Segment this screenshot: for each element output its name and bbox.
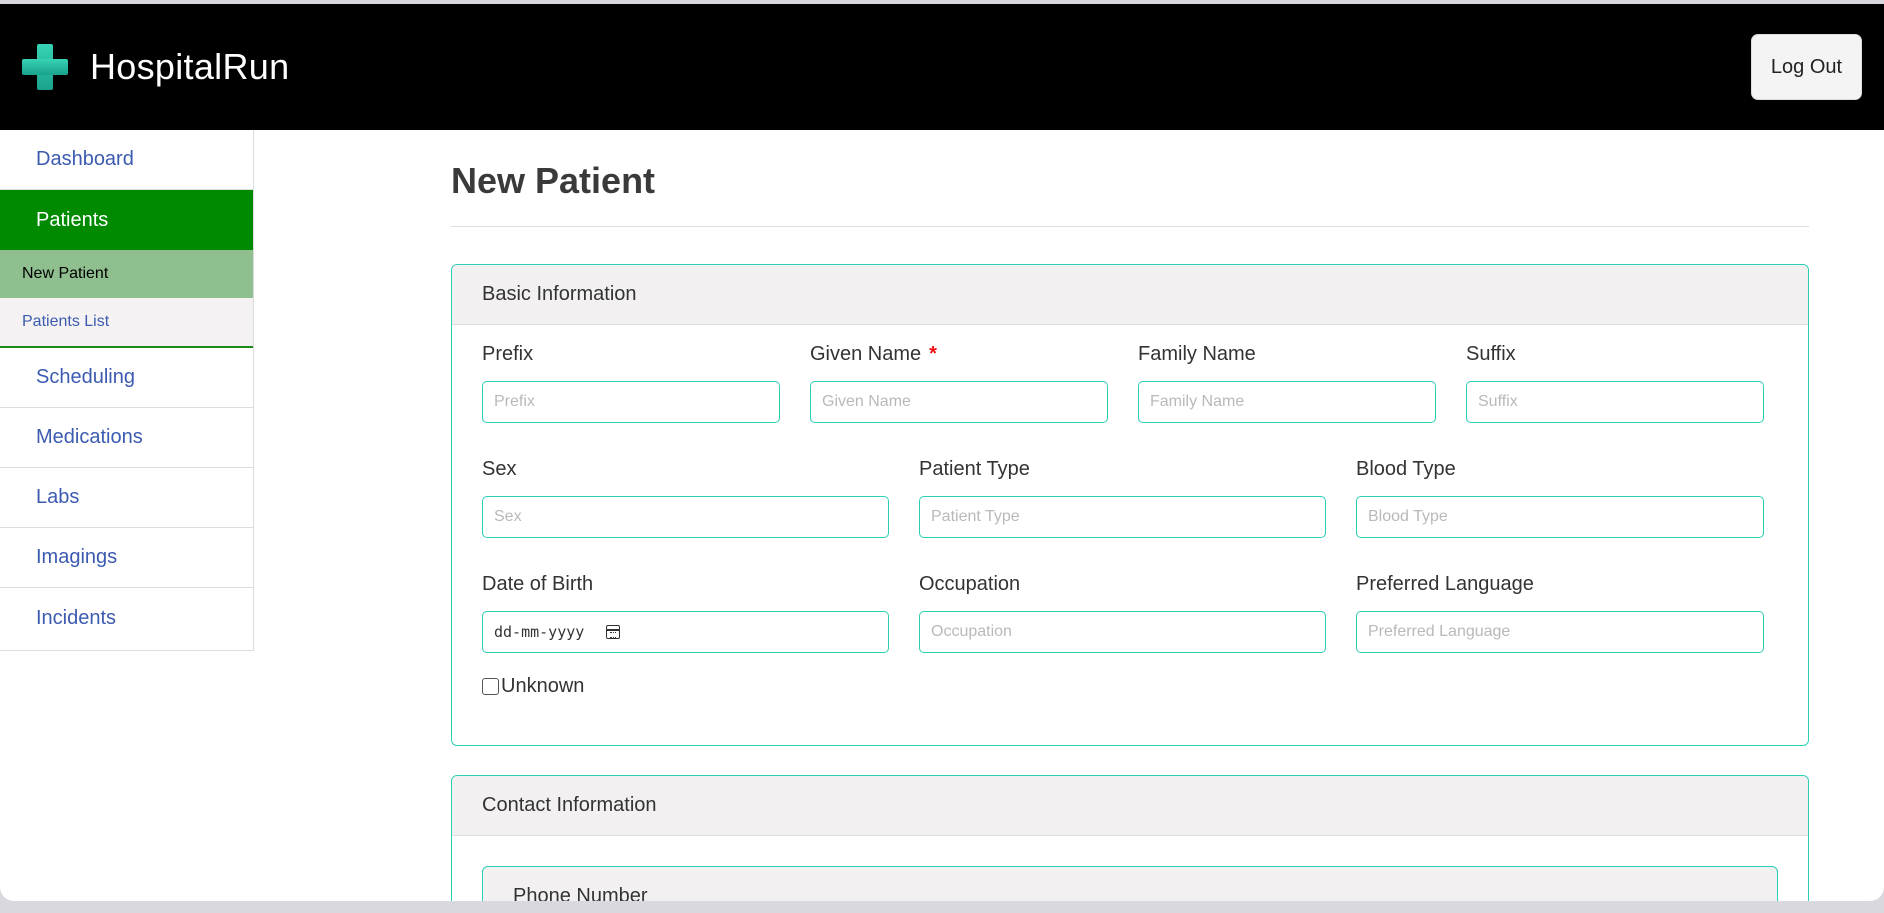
blood-type-input[interactable] [1356, 496, 1764, 538]
occupation-field: Occupation [919, 573, 1326, 653]
family-name-field: Family Name [1138, 343, 1436, 423]
sidebar-item-labs[interactable]: Labs [0, 468, 253, 528]
date-of-birth-value: dd-mm-yyyy [494, 623, 585, 641]
unknown-checkbox[interactable] [482, 678, 499, 695]
given-name-label: Given Name * [810, 343, 1108, 367]
basic-information-card: Basic Information Prefix Given Name * Fam… [451, 264, 1809, 746]
suffix-input[interactable] [1466, 381, 1764, 423]
sidebar-subitem-patients-list[interactable]: Patients List [0, 298, 253, 346]
date-of-birth-field: Date of Birth dd-mm-yyyy [482, 573, 889, 653]
sidebar-item-scheduling[interactable]: Scheduling [0, 348, 253, 408]
phone-number-header: Phone Number [513, 885, 648, 901]
preferred-language-input[interactable] [1356, 611, 1764, 653]
patient-type-field: Patient Type [919, 458, 1326, 538]
patients-submenu: New Patient Patients List [0, 250, 253, 348]
app-name: HospitalRun [90, 46, 290, 87]
date-of-birth-input[interactable]: dd-mm-yyyy [482, 611, 889, 653]
main-content: New Patient Basic Information Prefix Giv… [451, 130, 1809, 901]
sidebar-item-medications[interactable]: Medications [0, 408, 253, 468]
sidebar-item-imagings[interactable]: Imagings [0, 528, 253, 588]
occupation-input[interactable] [919, 611, 1326, 653]
given-name-label-text: Given Name [810, 343, 922, 365]
patient-type-label: Patient Type [919, 458, 1030, 480]
sidebar-item-patients[interactable]: Patients [0, 190, 253, 250]
contact-information-header: Contact Information [452, 776, 1808, 836]
sidebar-item-dashboard[interactable]: Dashboard [0, 130, 253, 190]
suffix-label: Suffix [1466, 343, 1516, 365]
prefix-label: Prefix [482, 343, 534, 365]
calendar-icon[interactable] [606, 625, 621, 639]
family-name-input[interactable] [1138, 381, 1436, 423]
basic-information-header: Basic Information [452, 265, 1808, 325]
required-asterisk: * [929, 343, 937, 365]
sidebar: Dashboard Patients New Patient Patients … [0, 130, 254, 651]
given-name-field: Given Name * [810, 343, 1108, 423]
patient-type-input[interactable] [919, 496, 1326, 538]
app-window: HospitalRun Log Out Dashboard Patients N… [0, 4, 1884, 901]
blood-type-field: Blood Type [1356, 458, 1764, 538]
title-divider [451, 226, 1809, 227]
blood-type-label: Blood Type [1356, 458, 1456, 480]
sidebar-subitem-new-patient[interactable]: New Patient [0, 250, 253, 298]
given-name-input[interactable] [810, 381, 1108, 423]
unknown-dob-row: Unknown [482, 675, 584, 698]
occupation-label: Occupation [919, 573, 1021, 595]
medical-cross-icon [22, 44, 68, 90]
sex-input[interactable] [482, 496, 889, 538]
suffix-field: Suffix [1466, 343, 1764, 423]
sex-label: Sex [482, 458, 517, 480]
logout-button[interactable]: Log Out [1751, 34, 1862, 100]
phone-number-card: Phone Number [482, 866, 1778, 901]
brand[interactable]: HospitalRun [22, 44, 289, 90]
sidebar-item-incidents[interactable]: Incidents [0, 588, 253, 648]
preferred-language-label: Preferred Language [1356, 573, 1534, 595]
prefix-input[interactable] [482, 381, 780, 423]
page-title: New Patient [451, 160, 656, 201]
sex-field: Sex [482, 458, 889, 538]
family-name-label: Family Name [1138, 343, 1256, 365]
prefix-field: Prefix [482, 343, 780, 423]
top-navbar: HospitalRun Log Out [0, 4, 1884, 130]
contact-information-card: Contact Information Phone Number [451, 775, 1809, 901]
date-of-birth-label: Date of Birth [482, 573, 594, 595]
preferred-language-field: Preferred Language [1356, 573, 1764, 653]
unknown-label: Unknown [501, 675, 585, 697]
